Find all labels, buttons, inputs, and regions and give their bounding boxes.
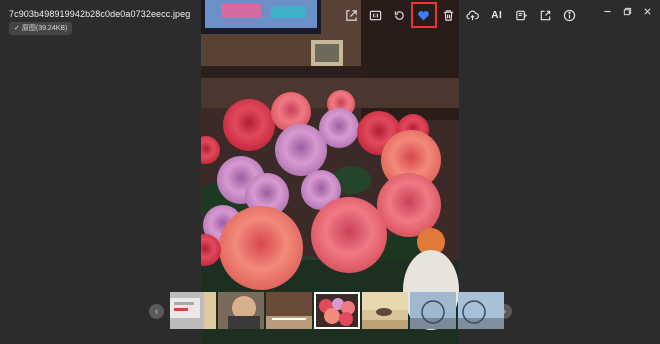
info-icon[interactable] [560,5,580,25]
thumbnail-image [410,292,456,329]
favorite-heart-icon[interactable] [410,2,437,28]
thumbnail-image [170,292,216,329]
viewer-toolbar: AI [341,2,584,28]
thumbnail-image [314,292,360,329]
minimize-icon[interactable] [600,4,614,18]
thumbnail-selected[interactable] [314,292,360,329]
image-viewer: 7c903b498919942b28c0de0a0732eecc.jpeg ✓ … [0,0,660,344]
thumbnail-strip [170,292,504,329]
thumbnail[interactable] [410,292,456,329]
original-size-icon[interactable] [365,5,385,25]
original-size-badge[interactable]: ✓ 原图(39.24KB) [9,22,73,35]
delete-icon[interactable] [438,5,458,25]
thumbnail[interactable] [362,292,408,329]
thumbnail-image [458,292,504,329]
file-name: 7c903b498919942b28c0de0a0732eecc.jpeg [9,9,191,19]
open-external-icon[interactable] [535,5,555,25]
restore-icon[interactable] [620,4,634,18]
thumbnail-image [218,292,264,329]
thumbnail[interactable] [458,292,504,329]
thumbnail[interactable] [218,292,264,329]
share-icon[interactable] [341,5,361,25]
rotate-icon[interactable] [390,5,410,25]
ai-button[interactable]: AI [487,5,507,25]
thumbnail[interactable] [266,292,312,329]
window-controls [600,4,654,18]
thumbnail-image [266,292,312,329]
previous-image-button[interactable]: ‹ [149,304,164,319]
cloud-upload-icon[interactable] [462,5,482,25]
close-icon[interactable] [640,4,654,18]
check-icon: ✓ [14,25,20,32]
thumbnail[interactable] [170,292,216,329]
original-size-label: 原图(39.24KB) [21,25,68,32]
ocr-icon[interactable] [511,5,531,25]
thumbnail-image [362,292,408,329]
